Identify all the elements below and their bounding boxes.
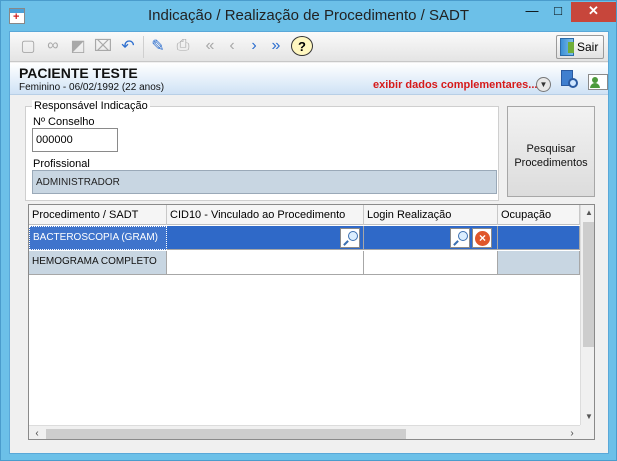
patient-name: PACIENTE TESTE	[19, 65, 138, 81]
horizontal-scroll-thumb[interactable]	[46, 429, 406, 439]
vertical-scroll-thumb[interactable]	[583, 222, 594, 347]
column-header-occupation[interactable]: Ocupação	[498, 205, 580, 225]
professional-field[interactable]	[32, 170, 497, 194]
column-header-procedure[interactable]: Procedimento / SADT	[29, 205, 167, 225]
scroll-left-icon[interactable]: ‹	[29, 426, 45, 439]
horizontal-scrollbar[interactable]: ‹ ›	[29, 425, 580, 439]
professional-label: Profissional	[33, 158, 90, 170]
login-cell[interactable]	[364, 251, 498, 275]
new-icon[interactable]: ▢	[18, 36, 38, 56]
client-area: ▢ ∞ ◩ ⌧ ↶ ✎ ⎙ « ‹ › » ? Sair PACIENTE TE…	[9, 31, 609, 454]
next-icon[interactable]: ›	[244, 36, 264, 56]
maximize-button[interactable]: □	[545, 2, 571, 22]
binoculars-icon[interactable]: ∞	[43, 36, 63, 56]
search-document-icon[interactable]	[559, 70, 581, 92]
remove-icon[interactable]	[472, 228, 492, 248]
scroll-right-icon[interactable]: ›	[564, 426, 580, 439]
scroll-corner	[580, 425, 594, 439]
patient-header: PACIENTE TESTE Feminino - 06/02/1992 (22…	[10, 63, 608, 95]
search-procedures-button[interactable]: Pesquisar Procedimentos	[507, 106, 595, 197]
edit-icon[interactable]: ✎	[148, 36, 168, 56]
occupation-cell[interactable]	[498, 226, 580, 250]
minimize-button[interactable]: —	[519, 2, 545, 22]
table-row[interactable]: HEMOGRAMA COMPLETO	[29, 251, 580, 275]
door-exit-icon	[560, 38, 574, 56]
print-icon[interactable]: ⎙	[173, 36, 193, 56]
login-cell[interactable]	[364, 226, 498, 250]
patient-info: Feminino - 06/02/1992 (22 anos)	[19, 82, 165, 93]
last-icon[interactable]: »	[266, 36, 286, 56]
prev-icon[interactable]: ‹	[222, 36, 242, 56]
chevron-down-icon[interactable]: ▼	[536, 77, 551, 92]
main-window: Indicação / Realização de Procedimento /…	[0, 0, 617, 461]
exit-button[interactable]: Sair	[556, 35, 604, 59]
close-button[interactable]: ✕	[571, 2, 616, 22]
patient-card-icon[interactable]	[588, 70, 608, 92]
toolbar-separator	[143, 36, 144, 58]
procedure-cell[interactable]: HEMOGRAMA COMPLETO	[29, 251, 167, 275]
first-icon[interactable]: «	[200, 36, 220, 56]
column-header-login[interactable]: Login Realização	[364, 205, 498, 225]
search-icon[interactable]	[340, 228, 360, 248]
grid-header: Procedimento / SADT CID10 - Vinculado ao…	[29, 205, 580, 225]
procedures-grid: Procedimento / SADT CID10 - Vinculado ao…	[28, 204, 595, 440]
complement-data-link[interactable]: exibir dados complementares...	[373, 79, 537, 91]
eraser-icon[interactable]: ◩	[68, 36, 88, 56]
responsible-legend: Responsável Indicação	[32, 100, 150, 112]
undo-icon[interactable]: ↶	[118, 36, 138, 56]
table-row[interactable]: BACTEROSCOPIA (GRAM)	[29, 226, 580, 250]
occupation-cell[interactable]	[498, 251, 580, 275]
exit-label: Sair	[577, 40, 599, 54]
vertical-scrollbar[interactable]: ▲ ▼	[580, 205, 594, 425]
search-icon[interactable]	[450, 228, 470, 248]
scroll-up-icon[interactable]: ▲	[581, 205, 594, 221]
scroll-down-icon[interactable]: ▼	[581, 409, 594, 425]
title-bar[interactable]: Indicação / Realização de Procedimento /…	[1, 1, 616, 31]
procedure-cell[interactable]: BACTEROSCOPIA (GRAM)	[29, 226, 167, 250]
cid10-cell[interactable]	[167, 226, 364, 250]
toolbar: ▢ ∞ ◩ ⌧ ↶ ✎ ⎙ « ‹ › » ? Sair	[10, 32, 608, 62]
trash-icon[interactable]: ⌧	[93, 36, 113, 56]
help-icon[interactable]: ?	[291, 36, 313, 56]
council-input[interactable]	[32, 128, 118, 152]
cid10-cell[interactable]	[167, 251, 364, 275]
council-label: Nº Conselho	[33, 116, 95, 128]
column-header-cid10[interactable]: CID10 - Vinculado ao Procedimento	[167, 205, 364, 225]
